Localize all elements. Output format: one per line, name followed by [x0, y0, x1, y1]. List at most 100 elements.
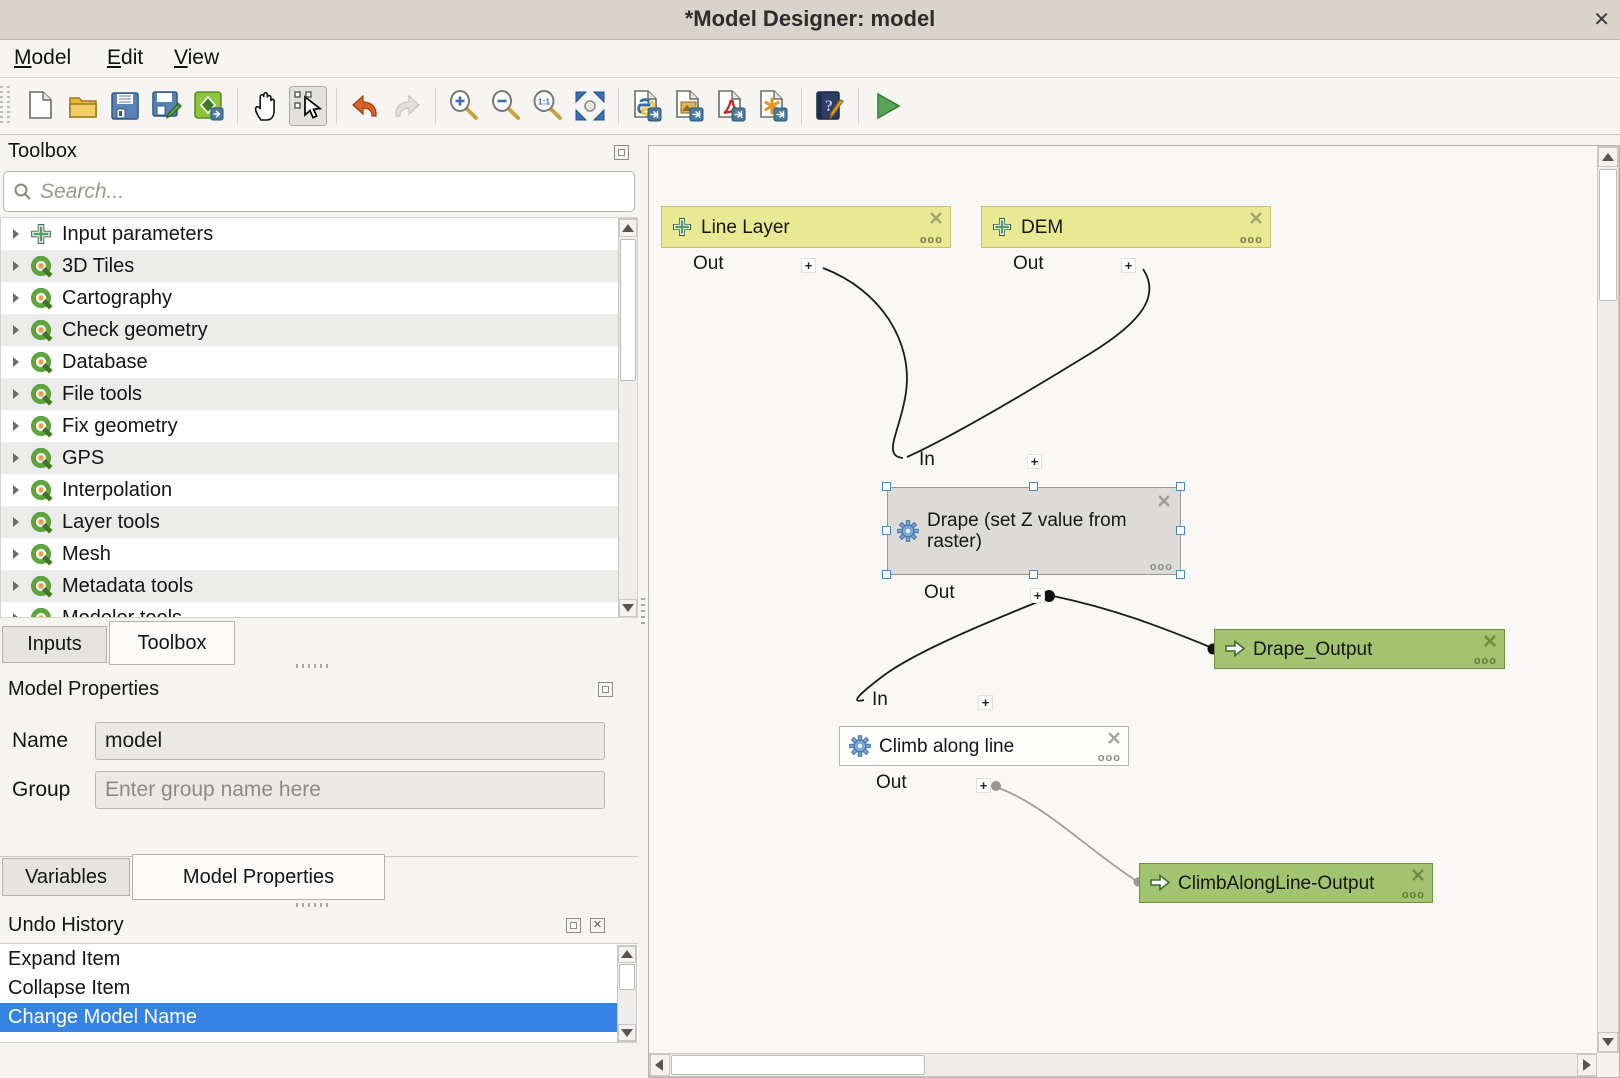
selection-handle[interactable]: [1176, 570, 1185, 579]
port-plus[interactable]: +: [976, 778, 991, 793]
toolbox-item-cartography[interactable]: Cartography: [1, 282, 618, 314]
menu-edit[interactable]: Edit: [107, 46, 143, 70]
window-close-icon[interactable]: ✕: [1593, 7, 1610, 32]
zoom-in-button[interactable]: [445, 86, 483, 126]
toolbox-scrollbar-thumb[interactable]: [620, 239, 636, 381]
port-plus[interactable]: +: [978, 695, 993, 710]
search-input[interactable]: [40, 175, 620, 208]
undo-item[interactable]: Expand Item: [0, 945, 617, 974]
menu-view[interactable]: View: [174, 46, 219, 70]
pan-button[interactable]: [247, 86, 285, 126]
toolbox-item-modeler-tools[interactable]: Modeler tools: [1, 602, 618, 618]
zoom-actual-button[interactable]: 1:1: [529, 86, 567, 126]
collapse-icon[interactable]: [1156, 493, 1174, 511]
selection-handle[interactable]: [882, 526, 891, 535]
collapse-icon[interactable]: [1410, 867, 1426, 883]
canvas-vscrollbar[interactable]: [1597, 146, 1619, 1053]
model-group-field[interactable]: [95, 771, 605, 809]
tab-toolbox[interactable]: Toolbox: [109, 621, 235, 665]
toolbox-item-fix-geometry[interactable]: Fix geometry: [1, 410, 618, 442]
node-climbalongline-output[interactable]: ClimbAlongLine-Output ooo: [1139, 863, 1433, 903]
undo-item-selected[interactable]: Change Model Name: [0, 1003, 617, 1032]
options-dots-icon[interactable]: ooo: [1098, 752, 1121, 764]
toolbox-item-file-tools[interactable]: File tools: [1, 378, 618, 410]
menu-model[interactable]: Model: [14, 46, 71, 70]
options-dots-icon[interactable]: ooo: [1240, 234, 1263, 246]
canvas-hscrollbar[interactable]: [649, 1053, 1597, 1077]
dock-splitter-handle[interactable]: [296, 664, 330, 668]
export-pdf-button[interactable]: [712, 86, 750, 126]
model-canvas[interactable]: Line Layer ooo Out + DEM ooo Out + In + …: [648, 145, 1620, 1078]
collapse-icon[interactable]: [1248, 210, 1264, 226]
toolbox-item-input-parameters[interactable]: Input parameters: [1, 218, 618, 250]
new-file-icon: [26, 90, 56, 122]
save-model-as-button[interactable]: [148, 86, 186, 126]
options-dots-icon[interactable]: ooo: [1402, 889, 1425, 901]
toolbar-grip[interactable]: [0, 86, 3, 126]
dock-splitter-handle[interactable]: [296, 903, 330, 907]
toolbox-item-3d-tiles[interactable]: 3D Tiles: [1, 250, 618, 282]
tab-variables[interactable]: Variables: [2, 858, 130, 896]
toolbox-item-check-geometry[interactable]: Check geometry: [1, 314, 618, 346]
undo-scrollbar[interactable]: [617, 945, 637, 1042]
new-model-button[interactable]: [22, 86, 60, 126]
selection-handle[interactable]: [1176, 526, 1185, 535]
options-dots-icon[interactable]: ooo: [1150, 561, 1173, 573]
save-model-in-project-button[interactable]: [190, 86, 228, 126]
port-plus[interactable]: +: [1121, 258, 1136, 273]
toolbox-float-button[interactable]: [614, 145, 629, 160]
node-climb-along-line[interactable]: Climb along line ooo: [839, 726, 1129, 766]
collapse-icon[interactable]: [928, 210, 944, 226]
selection-handle[interactable]: [1029, 482, 1038, 491]
selection-handle[interactable]: [1176, 482, 1185, 491]
zoom-out-button[interactable]: [487, 86, 525, 126]
port-in-label: In: [872, 689, 888, 711]
select-move-button[interactable]: [289, 86, 327, 126]
port-plus[interactable]: +: [1027, 454, 1042, 469]
selection-handle[interactable]: [1029, 570, 1038, 579]
toolbox-item-metadata-tools[interactable]: Metadata tools: [1, 570, 618, 602]
export-image-button[interactable]: [670, 86, 708, 126]
tab-model-properties[interactable]: Model Properties: [132, 854, 385, 900]
toolbox-item-layer-tools[interactable]: Layer tools: [1, 506, 618, 538]
port-plus[interactable]: +: [801, 258, 816, 273]
open-model-button[interactable]: [64, 86, 102, 126]
model-properties-float-button[interactable]: [598, 682, 613, 697]
selection-handle[interactable]: [882, 482, 891, 491]
tab-inputs[interactable]: Inputs: [2, 626, 107, 663]
undo-history-float-button[interactable]: [566, 918, 581, 933]
node-line-layer[interactable]: Line Layer ooo: [661, 206, 951, 248]
panel-canvas-splitter[interactable]: [641, 598, 645, 628]
toolbox-item-database[interactable]: Database: [1, 346, 618, 378]
options-dots-icon[interactable]: ooo: [1474, 655, 1497, 667]
export-python-button[interactable]: [628, 86, 666, 126]
port-plus[interactable]: +: [1030, 588, 1045, 603]
undo-button[interactable]: [346, 86, 384, 126]
undo-history-close-button[interactable]: ✕: [590, 918, 605, 933]
undo-item[interactable]: Collapse Item: [0, 974, 617, 1003]
save-model-button[interactable]: [106, 86, 144, 126]
node-dem[interactable]: DEM ooo: [981, 206, 1271, 248]
zoom-full-button[interactable]: [571, 86, 609, 126]
node-drape-output[interactable]: Drape_Output ooo: [1214, 629, 1505, 669]
toolbox-item-gps[interactable]: GPS: [1, 442, 618, 474]
redo-button[interactable]: [388, 86, 426, 126]
edge-drape-to-output: [1053, 596, 1210, 647]
edit-help-button[interactable]: ?: [811, 86, 849, 126]
run-model-button[interactable]: [868, 86, 906, 126]
selection-handle[interactable]: [882, 570, 891, 579]
export-svg-button[interactable]: [754, 86, 792, 126]
collapse-icon[interactable]: [1482, 633, 1498, 649]
options-dots-icon[interactable]: ooo: [920, 234, 943, 246]
node-drape[interactable]: Drape (set Z value from raster) ooo: [887, 487, 1181, 575]
undo-scrollbar-thumb[interactable]: [619, 964, 635, 990]
canvas-hscrollbar-thumb[interactable]: [671, 1055, 925, 1075]
model-name-field[interactable]: [95, 722, 605, 760]
toolbox-item-interpolation[interactable]: Interpolation: [1, 474, 618, 506]
toolbox-item-mesh[interactable]: Mesh: [1, 538, 618, 570]
toolbox-scrollbar[interactable]: [618, 218, 638, 617]
collapse-icon[interactable]: [1106, 730, 1122, 746]
zoom-actual-icon: 1:1: [531, 89, 565, 123]
canvas-vscrollbar-thumb[interactable]: [1599, 169, 1617, 301]
expand-arrow-icon[interactable]: [13, 229, 19, 239]
